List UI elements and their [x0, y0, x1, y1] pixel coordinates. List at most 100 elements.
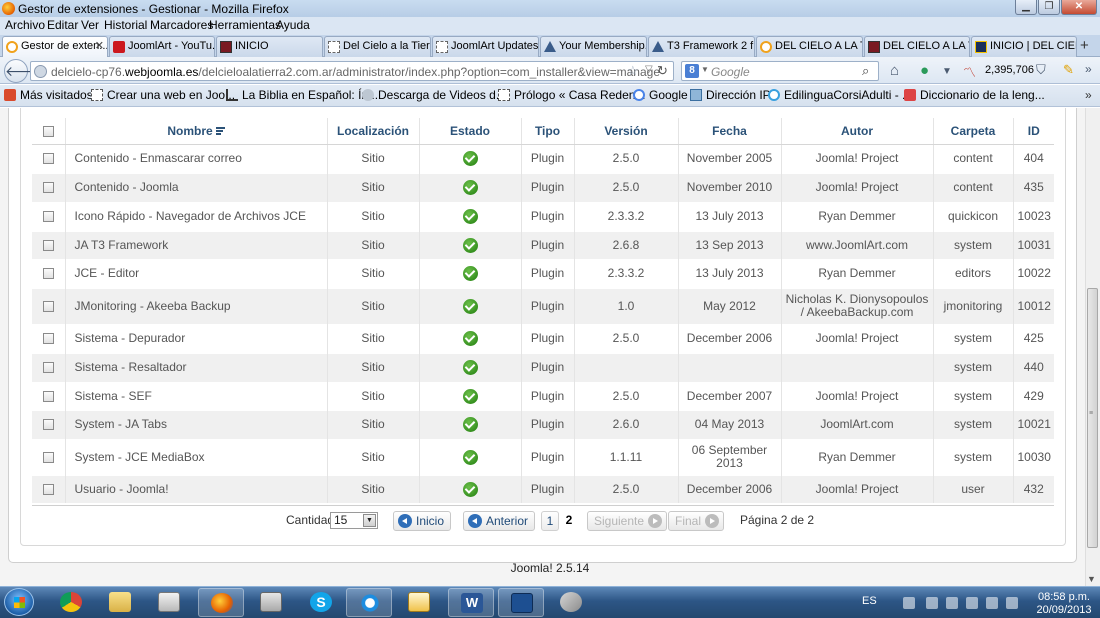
tab-joomlart-updates[interactable]: JoomlArt Updates ...	[432, 36, 539, 57]
scrollbar-thumb[interactable]	[1087, 288, 1098, 548]
minimize-button[interactable]: ▁	[1015, 0, 1037, 15]
overflow-chevron-icon[interactable]: »	[1085, 62, 1092, 76]
pagination-start-button[interactable]: Inicio	[393, 511, 452, 531]
menu-ver[interactable]: Ver	[81, 18, 99, 32]
select-all-checkbox[interactable]	[42, 126, 54, 138]
bookmark-edilingua[interactable]: EdilinguaCorsiAdulti - ...	[768, 88, 912, 102]
taskbar-save[interactable]	[498, 588, 544, 617]
taskbar-skype[interactable]: S	[298, 588, 344, 617]
row-checkbox[interactable]	[42, 390, 54, 402]
enabled-check-icon[interactable]	[462, 151, 478, 166]
close-window-button[interactable]: ✕	[1061, 0, 1097, 15]
bookmark-direccion-ip[interactable]: Dirección IP	[690, 88, 771, 102]
pagination-prev-button[interactable]: Anterior	[463, 511, 536, 531]
menu-ayuda[interactable]: Ayuda	[276, 18, 310, 32]
enabled-check-icon[interactable]	[462, 360, 478, 375]
close-tab-icon[interactable]: ✕	[95, 37, 104, 56]
tab-joomlart-youtube[interactable]: JoomlArt - YouTu...	[109, 36, 215, 57]
tray-flag-icon[interactable]	[966, 597, 978, 609]
extension-name-link[interactable]: Contenido - Joomla	[64, 172, 327, 202]
header-folder[interactable]: Carpeta	[932, 118, 1013, 145]
enabled-check-icon[interactable]	[462, 481, 478, 497]
tab-t3-framework[interactable]: T3 Framework 2 f...	[648, 36, 755, 57]
row-checkbox[interactable]	[42, 419, 54, 431]
header-author[interactable]: Autor	[780, 118, 933, 145]
taskbar-calculator[interactable]	[248, 588, 294, 617]
enabled-check-icon[interactable]	[462, 417, 478, 432]
clock-date[interactable]: 20/09/2013	[1030, 604, 1098, 616]
row-checkbox[interactable]	[42, 362, 54, 374]
bookmark-google[interactable]: Google	[633, 88, 688, 102]
row-checkbox[interactable]	[42, 182, 54, 194]
bookmark-star-icon[interactable]: ☆	[627, 63, 639, 79]
chevron-down-icon[interactable]: ▼	[363, 514, 376, 527]
extension-name-link[interactable]: Icono Rápido - Navegador de Archivos JCE	[64, 201, 327, 231]
bookmark-crear-web[interactable]: Crear una web en Joo...	[91, 88, 235, 102]
start-button[interactable]	[4, 588, 34, 616]
tray-volume-icon[interactable]	[986, 597, 998, 609]
tab-gestor[interactable]: Gestor de exten... ✕	[2, 36, 108, 58]
extension-name-link[interactable]: Sistema - SEF	[64, 381, 327, 410]
tray-language[interactable]: ES	[862, 595, 877, 607]
menu-marcadores[interactable]: Marcadores	[150, 18, 213, 32]
row-checkbox[interactable]	[42, 333, 54, 345]
row-checkbox[interactable]	[42, 268, 54, 280]
extension-name-link[interactable]: Usuario - Joomla!	[64, 474, 327, 503]
row-checkbox[interactable]	[42, 239, 54, 251]
menu-herramientas[interactable]: Herramientas	[209, 18, 281, 32]
header-name[interactable]: Nombre	[64, 118, 327, 145]
tab-del-cielo-2[interactable]: DEL CIELO A LA TI...	[756, 36, 863, 57]
home-icon[interactable]: ⌂	[890, 62, 899, 79]
tray-network-icon[interactable]	[903, 597, 915, 609]
enabled-check-icon[interactable]	[462, 266, 478, 281]
taskbar-ie[interactable]	[346, 588, 392, 617]
search-icon[interactable]: ⌕	[862, 63, 869, 79]
scroll-down-arrow-icon[interactable]: ▼	[1087, 574, 1096, 584]
taskbar-chrome[interactable]	[48, 588, 94, 617]
menu-archivo[interactable]: Archivo	[5, 18, 45, 32]
taskbar-tools[interactable]	[548, 588, 594, 617]
page-1-link[interactable]: 1	[541, 511, 559, 531]
row-checkbox[interactable]	[42, 484, 54, 496]
maximize-button[interactable]: ❐	[1038, 0, 1060, 15]
clock-time[interactable]: 08:58 p.m.	[1030, 591, 1098, 603]
menu-historial[interactable]: Historial	[104, 18, 147, 32]
site-identity-icon[interactable]	[34, 65, 47, 78]
reload-icon[interactable]: ↻	[657, 63, 668, 79]
extension-name-link[interactable]: JA T3 Framework	[64, 230, 327, 259]
enabled-check-icon[interactable]	[462, 209, 478, 224]
tab-del-cielo[interactable]: Del Cielo a la Tierr...	[324, 36, 431, 57]
limit-select[interactable]: 15 ▼	[330, 512, 378, 529]
extension-name-link[interactable]: JMonitoring - Akeeba Backup	[64, 287, 327, 324]
bookmark-descarga-videos[interactable]: Descarga de Videos d...	[362, 88, 506, 102]
sort-icon[interactable]	[215, 127, 225, 136]
bookmark-biblia[interactable]: La Biblia en Español: Ín...	[226, 88, 378, 102]
menu-editar[interactable]: Editar	[47, 18, 78, 32]
extension-name-link[interactable]: Contenido - Enmascarar correo	[64, 143, 327, 173]
url-bar[interactable]: delcielo-cp76.webjoomla.es/delcieloalati…	[30, 61, 674, 81]
new-tab-button[interactable]: +	[1080, 37, 1089, 54]
bookmarks-overflow-icon[interactable]: »	[1085, 88, 1092, 102]
header-location[interactable]: Localización	[326, 118, 419, 145]
header-id[interactable]: ID	[1012, 118, 1054, 145]
tab-del-cielo-3[interactable]: DEL CIELO A LA TI...	[864, 36, 970, 57]
url-text[interactable]: delcielo-cp76.webjoomla.es/delcieloalati…	[51, 65, 660, 79]
back-button[interactable]: 🡐	[4, 59, 43, 83]
tray-signal-icon[interactable]	[946, 597, 958, 609]
stats-chart-icon[interactable]: 〽	[963, 62, 976, 81]
tray-device-icon[interactable]	[926, 597, 938, 609]
header-date[interactable]: Fecha	[677, 118, 781, 145]
taskbar-media[interactable]	[146, 588, 192, 617]
row-checkbox[interactable]	[42, 300, 54, 312]
bookmark-diccionario[interactable]: Diccionario de la leng...	[904, 88, 1045, 102]
extension-name-link[interactable]: System - JCE MediaBox	[64, 438, 327, 475]
header-type[interactable]: Tipo	[520, 118, 574, 145]
taskbar-word[interactable]: W	[448, 588, 494, 617]
bookmark-mas-visitados[interactable]: Más visitados	[4, 88, 93, 102]
enabled-check-icon[interactable]	[462, 180, 478, 195]
google-engine-icon[interactable]: 8	[685, 64, 699, 78]
bookmark-prologo[interactable]: Prólogo « Casa Reden...	[498, 88, 645, 102]
header-status[interactable]: Estado	[418, 118, 521, 145]
taskbar-mail[interactable]	[396, 588, 442, 617]
enabled-check-icon[interactable]	[462, 449, 478, 465]
